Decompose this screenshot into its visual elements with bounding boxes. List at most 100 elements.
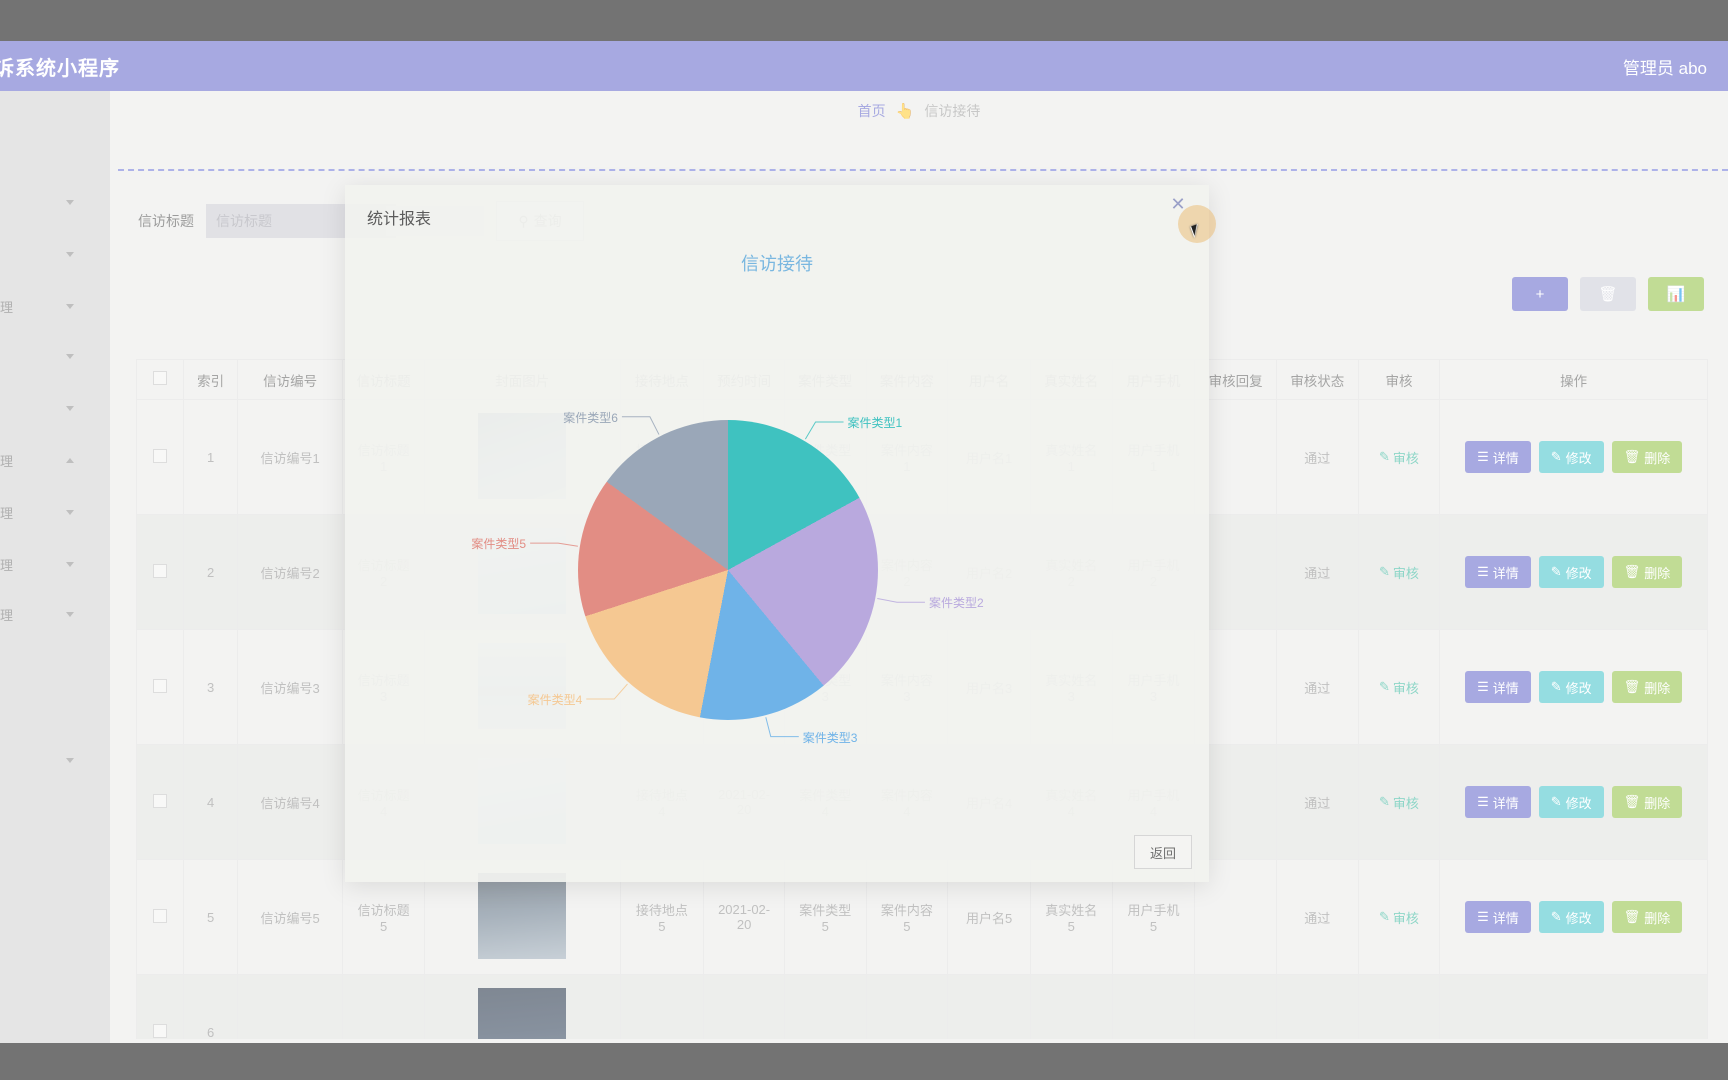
cell-operations: ☰ 详情 ✎ 修改 🗑 删除 [1439, 859, 1708, 975]
delete-button[interactable]: 🗑 删除 [1611, 901, 1683, 933]
row-checkbox-cell [136, 399, 185, 515]
pencil-icon: ✎ [1379, 794, 1390, 809]
delete-button-label: 删除 [1644, 565, 1671, 581]
row-checkbox[interactable] [153, 793, 168, 808]
cell-number: 信访编号1 [236, 399, 344, 515]
pie-slices [578, 420, 878, 720]
bar-chart-icon: 📊 [1666, 286, 1686, 303]
detail-button[interactable]: ☰ 详情 [1465, 671, 1531, 703]
edit-icon: ✎ [1550, 909, 1562, 924]
delete-button[interactable]: 🗑 删除 [1611, 441, 1683, 473]
cell-operations [1439, 974, 1708, 1039]
cell-index: 5 [183, 859, 238, 975]
cover-thumbnail[interactable] [478, 987, 567, 1039]
cell-operations: ☰ 详情 ✎ 修改 🗑 删除 [1439, 514, 1708, 630]
sidebar-item-label: 理 [0, 453, 14, 469]
detail-button[interactable]: ☰ 详情 [1465, 556, 1531, 588]
delete-button[interactable]: 🗑 删除 [1611, 671, 1683, 703]
column-header-15: 操作 [1439, 359, 1708, 400]
audit-link[interactable]: ✎ 审核 [1379, 448, 1419, 467]
sidebar-item-4[interactable] [0, 395, 110, 421]
cell-cover-image[interactable] [423, 974, 621, 1039]
edit-button[interactable]: ✎ 修改 [1538, 901, 1604, 933]
row-checkbox[interactable] [153, 678, 168, 693]
detail-icon: ☰ [1477, 794, 1489, 809]
detail-button[interactable]: ☰ 详情 [1465, 901, 1531, 933]
detail-icon: ☰ [1477, 679, 1489, 694]
delete-button-label: 删除 [1644, 450, 1671, 466]
cell-index: 4 [183, 744, 238, 860]
audit-label: 审核 [1392, 565, 1419, 581]
row-checkbox-cell [136, 974, 185, 1039]
admin-label: 管理员 abo [1622, 58, 1707, 78]
cell-title [342, 974, 425, 1039]
column-header-2: 信访编号 [236, 359, 344, 400]
sidebar-item-0[interactable] [0, 189, 110, 215]
cell-number: 信访编号3 [236, 629, 344, 745]
audit-label: 审核 [1392, 680, 1419, 696]
table-toolbar: + 🗑 📊 [1512, 277, 1704, 311]
edit-button-label: 修改 [1565, 565, 1592, 581]
sidebar-item-6[interactable]: 理 [0, 499, 110, 525]
detail-button[interactable]: ☰ 详情 [1465, 441, 1531, 473]
column-header-14: 审核 [1357, 359, 1441, 400]
cell-number [236, 974, 344, 1039]
edit-button[interactable]: ✎ 修改 [1538, 786, 1604, 818]
cell-case-content [865, 974, 949, 1039]
plus-icon: + [1535, 285, 1545, 303]
sidebar-item-9[interactable] [0, 747, 110, 773]
modal-title: 统计报表 [367, 211, 432, 228]
row-checkbox[interactable] [153, 1023, 168, 1038]
sidebar-item-2[interactable]: 理 [0, 293, 110, 319]
chevron-down-icon [66, 251, 74, 257]
chevron-down-icon [66, 199, 74, 205]
audit-link[interactable]: ✎ 审核 [1379, 563, 1419, 582]
audit-label: 审核 [1392, 910, 1419, 926]
pencil-icon: ✎ [1379, 449, 1390, 464]
trash-icon: 🗑 [1598, 286, 1618, 303]
row-checkbox[interactable] [153, 563, 168, 578]
sidebar-item-3[interactable] [0, 343, 110, 369]
chevron-down-icon [66, 611, 74, 617]
batch-delete-button[interactable]: 🗑 [1580, 277, 1636, 311]
pie-label-2: 案件类型2 [928, 596, 984, 611]
statistics-button[interactable]: 📊 [1648, 277, 1704, 311]
audit-link[interactable]: ✎ 审核 [1379, 678, 1419, 697]
detail-button[interactable]: ☰ 详情 [1465, 786, 1531, 818]
detail-button-label: 详情 [1492, 680, 1519, 696]
screen: 诉系统小程序 管理员 abo 退 理理理理理 首页 👆 信访接待 信访标题 [0, 0, 1728, 1080]
audit-link[interactable]: ✎ 审核 [1379, 793, 1419, 812]
row-checkbox[interactable] [153, 448, 168, 463]
column-header-13: 审核状态 [1275, 359, 1359, 400]
cell-number: 信访编号5 [236, 859, 344, 975]
edit-button[interactable]: ✎ 修改 [1538, 671, 1604, 703]
divider [118, 169, 1728, 171]
audit-link[interactable]: ✎ 审核 [1379, 908, 1419, 927]
pie-label-6: 案件类型6 [563, 410, 618, 425]
chevron-down-icon [66, 757, 74, 763]
cell-phone [1111, 974, 1196, 1039]
sidebar-item-7[interactable]: 理 [0, 551, 110, 577]
sidebar-item-1[interactable] [0, 241, 110, 267]
operation-buttons: ☰ 详情 ✎ 修改 🗑 删除 [1442, 901, 1705, 933]
cell-username [947, 974, 1031, 1039]
sidebar-item-8[interactable]: 理 [0, 601, 110, 627]
row-checkbox[interactable] [153, 908, 168, 923]
pencil-icon: ✎ [1379, 679, 1390, 694]
pie-label-1: 案件类型1 [847, 415, 903, 430]
operation-buttons: ☰ 详情 ✎ 修改 🗑 删除 [1442, 441, 1705, 473]
edit-icon: ✎ [1550, 794, 1562, 809]
breadcrumb-home[interactable]: 首页 [858, 101, 886, 121]
edit-button[interactable]: ✎ 修改 [1538, 441, 1604, 473]
chevron-down-icon [66, 561, 74, 567]
edit-button[interactable]: ✎ 修改 [1538, 556, 1604, 588]
cover-thumbnail[interactable] [478, 872, 567, 959]
breadcrumb-current: 信访接待 [924, 103, 981, 119]
back-button[interactable]: 返回 [1134, 835, 1192, 869]
sidebar-item-5[interactable]: 理 [0, 447, 110, 473]
add-button[interactable]: + [1512, 277, 1568, 311]
select-all-checkbox[interactable] [153, 371, 168, 385]
delete-button[interactable]: 🗑 删除 [1611, 786, 1683, 818]
app-title: 诉系统小程序 [0, 57, 120, 80]
delete-button[interactable]: 🗑 删除 [1611, 556, 1683, 588]
